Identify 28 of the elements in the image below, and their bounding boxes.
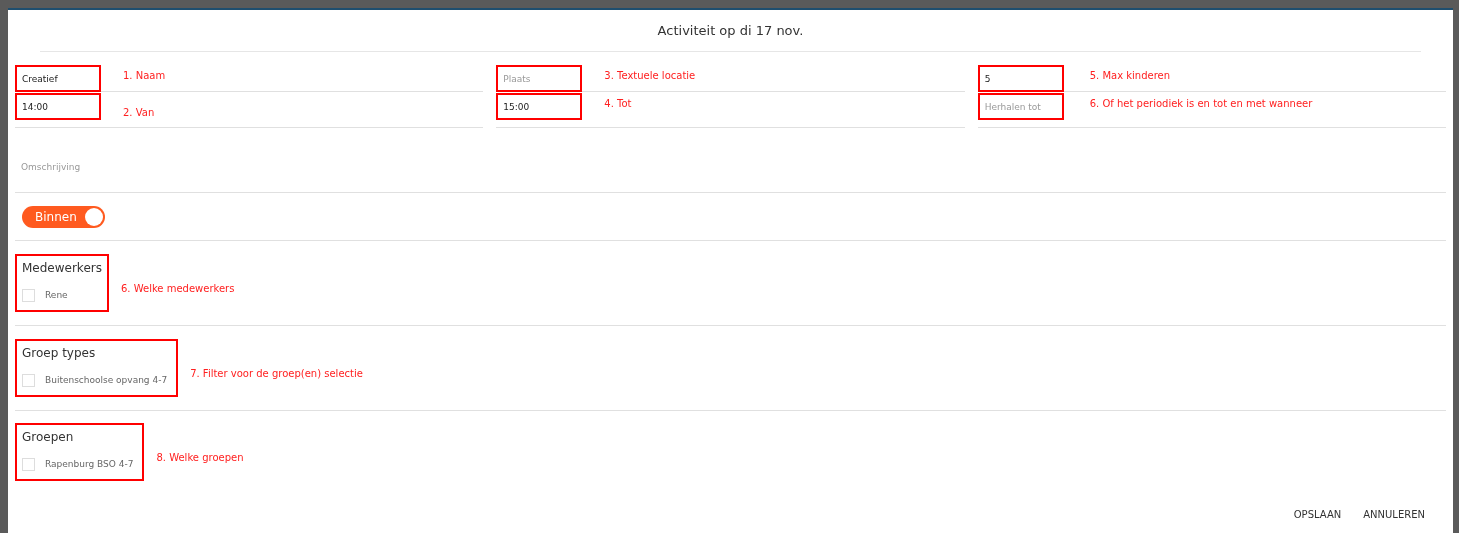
annotation: 4. Tot xyxy=(604,97,632,111)
checkbox-label: Rene xyxy=(45,288,69,302)
input-field[interactable]: 14:00 xyxy=(15,93,101,120)
toggle-thumb-icon xyxy=(84,207,103,226)
annotation: 3. Textuele locatie xyxy=(604,69,696,83)
annotation: 5. Max kinderen xyxy=(1089,69,1171,83)
section-title: Medewerkers xyxy=(22,259,102,277)
checkbox[interactable] xyxy=(22,374,35,387)
annotation: 8. Welke groepen xyxy=(156,450,244,465)
checkbox-label: Buitenschoolse opvang 4-7 xyxy=(45,373,169,387)
dialog-button[interactable]: ANNULEREN xyxy=(1357,503,1431,526)
input-field[interactable]: Creatief xyxy=(15,65,101,92)
input-field[interactable]: Plaats xyxy=(496,65,583,92)
section-title: Groep types xyxy=(22,344,97,362)
checkbox[interactable] xyxy=(22,289,35,302)
dialog-button[interactable]: OPSLAAN xyxy=(1287,503,1348,526)
dialog-title: Activiteit op di 17 nov. xyxy=(657,21,804,40)
annotation: 7. Filter voor de groep(en) selectie xyxy=(190,366,363,381)
annotation: 1. Naam xyxy=(123,69,166,83)
section-title: Groepen xyxy=(22,428,75,446)
checkbox-label: Rapenburg BSO 4-7 xyxy=(45,457,135,471)
annotation: 6. Of het periodiek is en tot en met wanneer xyxy=(1089,97,1313,111)
annotation: 2. Van xyxy=(123,106,155,120)
input-field[interactable]: Herhalen tot xyxy=(977,93,1064,120)
input-field[interactable]: 15:00 xyxy=(496,93,583,120)
checkbox[interactable] xyxy=(22,458,35,471)
input-field[interactable]: 5 xyxy=(977,65,1064,92)
annotation: 6. Welke medewerkers xyxy=(120,281,235,296)
